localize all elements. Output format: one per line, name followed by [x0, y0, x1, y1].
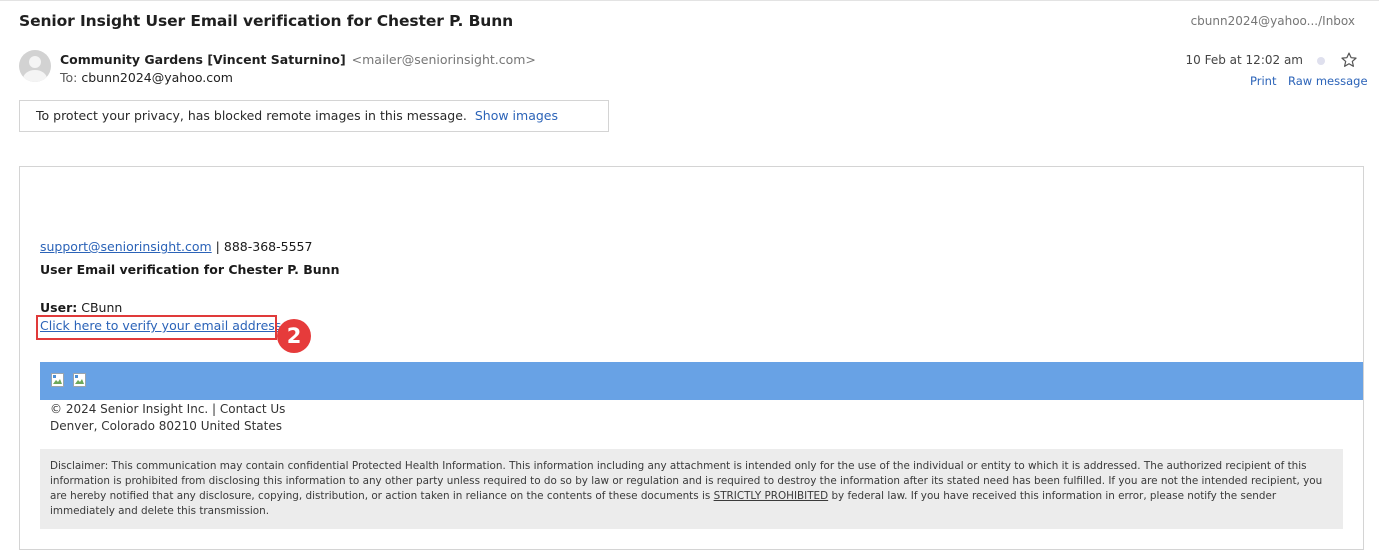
footer-address: Denver, Colorado 80210 United States — [50, 419, 282, 433]
user-value: CBunn — [81, 300, 123, 315]
verification-heading: User Email verification for Chester P. B… — [40, 262, 340, 277]
top-border — [0, 0, 1379, 1]
mailbox-path[interactable]: cbunn2024@yahoo.../Inbox — [1191, 14, 1355, 28]
support-phone: 888-368-5557 — [223, 239, 313, 254]
privacy-notice: To protect your privacy, has blocked rem… — [19, 100, 609, 132]
to-label: To: — [60, 70, 78, 85]
sender-line: Community Gardens [Vincent Saturnino] <m… — [60, 52, 536, 67]
recipient-address[interactable]: cbunn2024@yahoo.com — [81, 70, 233, 85]
user-line: User: CBunn — [40, 300, 122, 315]
message-subject: Senior Insight User Email verification f… — [19, 12, 514, 30]
show-images-link[interactable]: Show images — [475, 108, 558, 123]
separator: | — [215, 239, 220, 254]
broken-image-icon — [51, 373, 64, 387]
recipient-line: To: cbunn2024@yahoo.com — [60, 70, 233, 85]
privacy-notice-text: To protect your privacy, has blocked rem… — [36, 108, 467, 123]
unread-dot-icon[interactable] — [1317, 57, 1325, 65]
message-date: 10 Feb at 12:02 am — [1185, 53, 1303, 67]
raw-message-link[interactable]: Raw message — [1288, 74, 1368, 88]
broken-image-icon — [73, 373, 86, 387]
highlight-box — [36, 315, 277, 340]
disclaimer: Disclaimer: This communication may conta… — [40, 449, 1343, 529]
star-icon[interactable] — [1340, 51, 1358, 69]
footer-banner — [40, 362, 1363, 400]
step-badge: 2 — [277, 319, 311, 353]
print-link[interactable]: Print — [1250, 74, 1276, 88]
support-contact-line: support@seniorinsight.com | 888-368-5557 — [40, 239, 312, 254]
support-email-link[interactable]: support@seniorinsight.com — [40, 239, 212, 254]
avatar-icon — [19, 50, 51, 82]
disclaimer-emphasis: STRICTLY PROHIBITED — [713, 490, 829, 502]
user-label: User: — [40, 300, 78, 315]
footer-copyright: © 2024 Senior Insight Inc. | Contact Us — [50, 402, 286, 416]
sender-name[interactable]: Community Gardens [Vincent Saturnino] — [60, 52, 346, 67]
sender-email: <mailer@seniorinsight.com> — [351, 52, 536, 67]
